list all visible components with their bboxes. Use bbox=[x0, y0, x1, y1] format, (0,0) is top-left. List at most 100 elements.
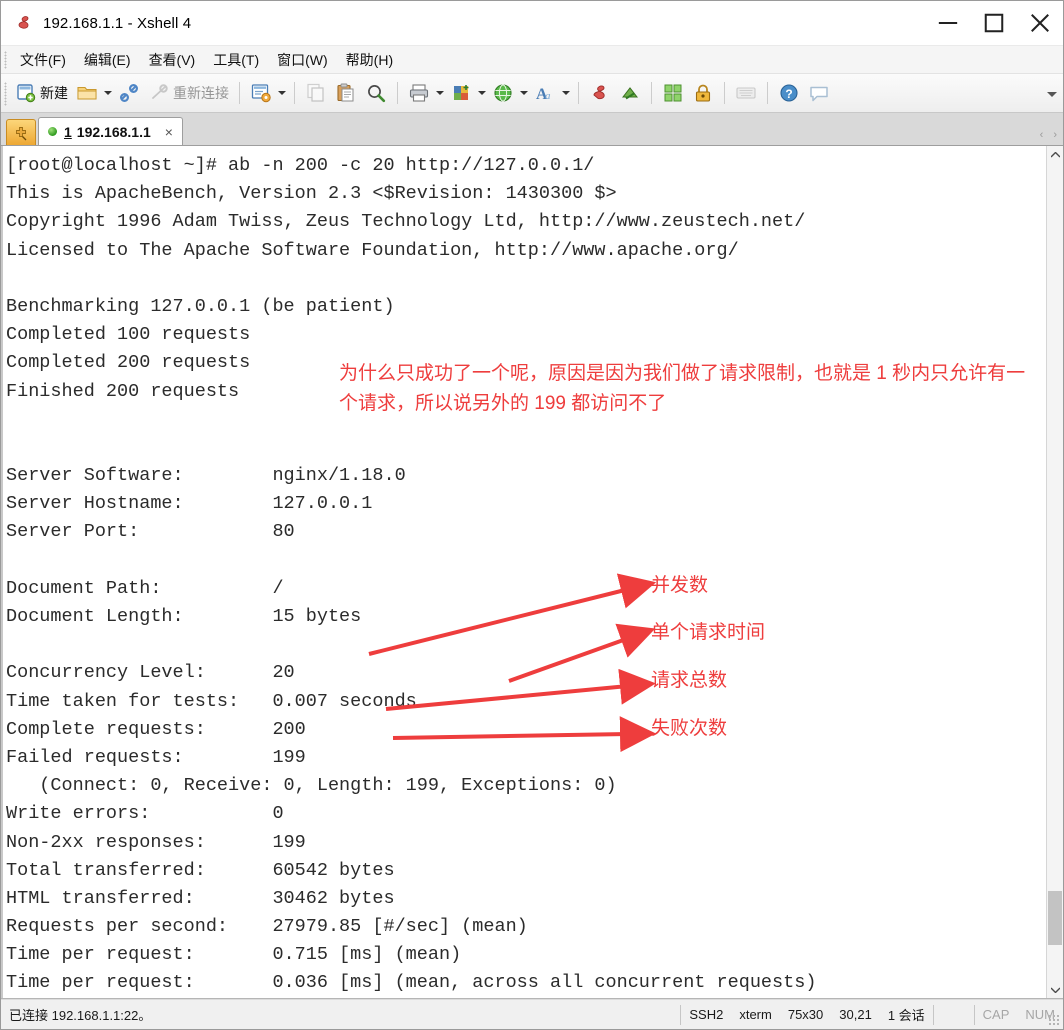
web-button[interactable] bbox=[488, 78, 518, 108]
terminal-line: Server Port: 80 bbox=[6, 521, 295, 543]
status-bar: 已连接 192.168.1.1:22。 SSH2 xterm 75x30 30,… bbox=[1, 999, 1063, 1029]
chevron-down-icon bbox=[278, 91, 286, 95]
terminal-line: Benchmarking 127.0.0.1 (be patient) bbox=[6, 295, 395, 317]
tab-scroll-left-icon[interactable]: ‹ bbox=[1040, 129, 1044, 141]
new-session-button[interactable]: 新建 bbox=[11, 78, 72, 108]
terminal-line: Completed 100 requests bbox=[6, 324, 251, 346]
xftp-button[interactable] bbox=[615, 78, 645, 108]
terminal-line: Document Length: 15 bytes bbox=[6, 606, 362, 627]
menu-help[interactable]: 帮助(H) bbox=[337, 47, 402, 73]
keyboard-button[interactable] bbox=[731, 78, 761, 108]
maximize-button[interactable] bbox=[971, 1, 1017, 45]
transfer-dropdown[interactable] bbox=[476, 78, 488, 108]
terminal-line: [root@localhost ~]# ab -n 200 -c 20 http… bbox=[6, 155, 595, 176]
minimize-button[interactable] bbox=[925, 1, 971, 45]
properties-button[interactable] bbox=[246, 78, 276, 108]
terminal-line: Time taken for tests: 0.007 seconds bbox=[6, 690, 417, 712]
quick-commands-button[interactable] bbox=[658, 78, 688, 108]
xshell-button[interactable] bbox=[585, 78, 615, 108]
terminal-line: This is ApacheBench, Version 2.3 <$Revis… bbox=[6, 183, 617, 205]
toolbar-overflow-button[interactable] bbox=[1047, 74, 1057, 114]
font-button[interactable]: A a bbox=[530, 78, 560, 108]
xshell-icon bbox=[593, 85, 605, 100]
chevron-down-icon bbox=[562, 91, 570, 95]
toolbar-divider-5 bbox=[651, 82, 652, 104]
terminal-line: Server Hostname: 127.0.0.1 bbox=[6, 493, 373, 515]
copy-button[interactable] bbox=[301, 78, 331, 108]
terminal-scrollbar[interactable] bbox=[1046, 146, 1063, 998]
scroll-up-icon[interactable] bbox=[1047, 146, 1064, 163]
status-caps-lock: CAP bbox=[982, 1007, 1010, 1022]
plus-pencil-icon bbox=[16, 126, 27, 140]
reconnect-label: 重新连接 bbox=[173, 85, 229, 101]
terminal-line: Time per request: 0.715 [ms] (mean) bbox=[6, 944, 462, 966]
transfer-button[interactable] bbox=[446, 78, 476, 108]
chevron-down-icon bbox=[1047, 91, 1057, 97]
terminal-line: Non-2xx responses: 199 bbox=[6, 831, 306, 853]
disconnect-icon bbox=[152, 84, 168, 99]
new-session-label: 新建 bbox=[40, 85, 68, 101]
terminal-line: Server Software: nginx/1.18.0 bbox=[6, 465, 406, 487]
tab-close-icon[interactable]: × bbox=[163, 125, 175, 139]
font-icon: A a bbox=[536, 86, 551, 103]
print-button[interactable] bbox=[404, 78, 434, 108]
toolbar: 新建 重新连接 A a ? bbox=[1, 73, 1063, 113]
terminal-area: [root@localhost ~]# ab -n 200 -c 20 http… bbox=[1, 146, 1063, 999]
terminal-line: (Connect: 0, Receive: 0, Length: 199, Ex… bbox=[6, 775, 617, 797]
tab-label: 192.168.1.1 bbox=[76, 123, 151, 140]
new-session-tab-icon[interactable] bbox=[6, 119, 36, 145]
tab-index: 1 bbox=[64, 123, 72, 140]
resize-grip[interactable] bbox=[1048, 1014, 1060, 1026]
terminal-line: Completed 200 requests bbox=[6, 352, 251, 374]
close-button[interactable] bbox=[1017, 1, 1063, 45]
terminal-line: Failed requests: 199 bbox=[6, 746, 306, 768]
menu-view[interactable]: 查看(V) bbox=[140, 47, 205, 73]
chat-button[interactable] bbox=[804, 78, 834, 108]
session-tab-1[interactable]: 1 192.168.1.1 × bbox=[38, 117, 183, 145]
status-cursor-position: 30,21 bbox=[839, 1007, 872, 1022]
scrollbar-track[interactable] bbox=[1047, 163, 1063, 981]
status-terminal-type: xterm bbox=[739, 1007, 772, 1022]
window-title: 192.168.1.1 - Xshell 4 bbox=[43, 14, 192, 32]
scroll-down-icon[interactable] bbox=[1047, 981, 1064, 998]
tab-scroll-right-icon[interactable]: › bbox=[1053, 129, 1057, 141]
paste-icon bbox=[337, 83, 354, 102]
terminal-line: Copyright 1996 Adam Twiss, Zeus Technolo… bbox=[6, 211, 806, 233]
terminal-line: HTML transferred: 30462 bytes bbox=[6, 887, 395, 909]
help-button[interactable]: ? bbox=[774, 78, 804, 108]
font-dropdown[interactable] bbox=[560, 78, 572, 108]
terminal-line: Total transferred: 60542 bytes bbox=[6, 859, 395, 881]
svg-text:a: a bbox=[545, 90, 551, 102]
help-icon: ? bbox=[780, 84, 798, 102]
new-file-icon bbox=[17, 84, 36, 103]
find-button[interactable] bbox=[361, 78, 391, 108]
print-dropdown[interactable] bbox=[434, 78, 446, 108]
svg-text:?: ? bbox=[785, 87, 792, 101]
open-folder-dropdown[interactable] bbox=[102, 78, 114, 108]
menu-file[interactable]: 文件(F) bbox=[11, 47, 75, 73]
web-dropdown[interactable] bbox=[518, 78, 530, 108]
paste-button[interactable] bbox=[331, 78, 361, 108]
toolbar-divider-3 bbox=[397, 82, 398, 104]
terminal-line: Time per request: 0.036 [ms] (mean, acro… bbox=[6, 972, 817, 994]
chat-bubble-icon bbox=[810, 86, 828, 102]
xshell-window: 192.168.1.1 - Xshell 4 文件(F) 编辑(E) 查看(V)… bbox=[0, 0, 1064, 1030]
menu-edit[interactable]: 编辑(E) bbox=[75, 47, 140, 73]
lock-button[interactable] bbox=[688, 78, 718, 108]
open-folder-button[interactable] bbox=[72, 78, 102, 108]
tab-scroll-controls: ‹ › bbox=[1040, 129, 1057, 141]
connect-button[interactable] bbox=[114, 78, 144, 108]
properties-dropdown[interactable] bbox=[276, 78, 288, 108]
reconnect-button[interactable]: 重新连接 bbox=[144, 78, 233, 108]
status-connection: 已连接 192.168.1.1:22。 bbox=[9, 1008, 152, 1023]
terminal-line: Write errors: 0 bbox=[6, 803, 284, 825]
terminal-line: Finished 200 requests bbox=[6, 380, 240, 402]
scrollbar-thumb[interactable] bbox=[1048, 891, 1062, 945]
xshell-app-icon bbox=[15, 14, 33, 32]
menu-window[interactable]: 窗口(W) bbox=[268, 47, 337, 73]
terminal-output[interactable]: [root@localhost ~]# ab -n 200 -c 20 http… bbox=[1, 146, 1046, 998]
menu-tools[interactable]: 工具(T) bbox=[204, 47, 268, 73]
